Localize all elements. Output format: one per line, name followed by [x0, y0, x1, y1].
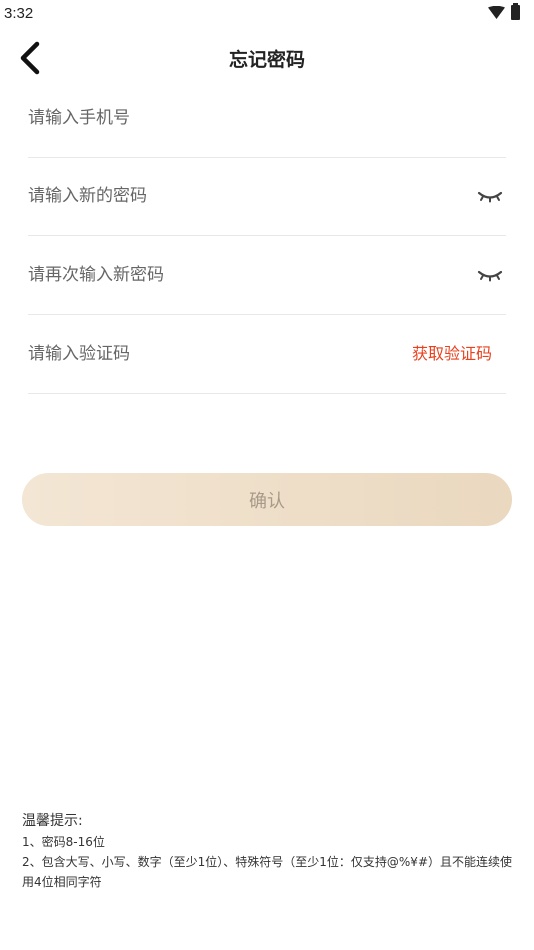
password-visibility-toggle[interactable] [476, 187, 504, 205]
get-code-button[interactable]: 获取验证码 [412, 342, 492, 366]
confirm-password-visibility-toggle[interactable] [476, 266, 504, 284]
battery-icon [511, 3, 520, 20]
new-password-input[interactable] [28, 156, 408, 235]
eye-closed-icon [477, 191, 503, 202]
confirm-button[interactable]: 确认 [22, 473, 512, 526]
phone-field [28, 78, 506, 158]
tips-line-1: 1、密码8-16位 [22, 835, 105, 849]
tips-title: 温馨提示: [22, 813, 83, 829]
confirm-password-input[interactable] [28, 235, 408, 314]
phone-input[interactable] [28, 78, 408, 157]
wifi-icon [488, 6, 505, 19]
verification-code-input[interactable] [28, 314, 408, 393]
tips-section: 温馨提示: 1、密码8-16位 2、包含大写、小写、数字（至少1位）、特殊符号（… [22, 810, 522, 892]
status-time: 3:32 [4, 5, 34, 22]
confirm-password-field [28, 235, 506, 315]
eye-closed-icon [477, 270, 503, 281]
status-bar: 3:32 [0, 0, 534, 28]
status-icons [488, 3, 520, 20]
tips-line-2: 2、包含大写、小写、数字（至少1位）、特殊符号（至少1位：仅支持@%¥#）且不能… [22, 855, 512, 889]
page-title: 忘记密码 [228, 49, 305, 71]
verification-code-field: 获取验证码 [28, 314, 506, 394]
new-password-field [28, 156, 506, 236]
